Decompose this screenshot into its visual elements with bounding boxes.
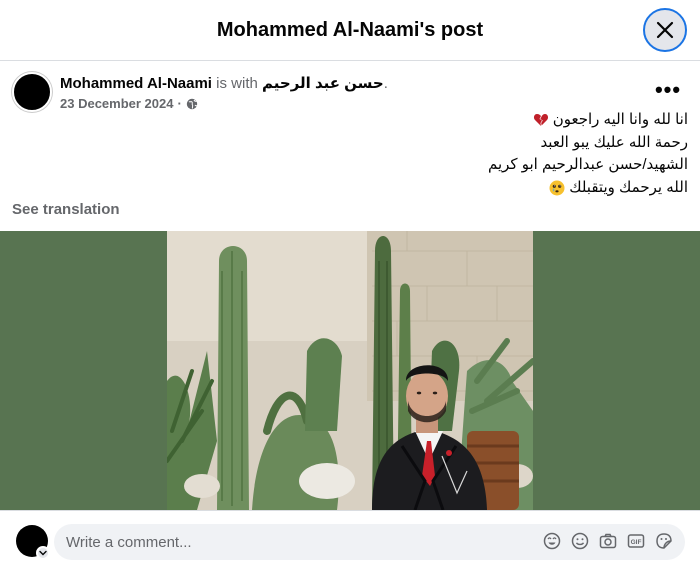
close-icon	[656, 21, 674, 39]
more-options-button[interactable]: •••	[650, 76, 686, 104]
comment-input[interactable]: Write a comment... GIF	[54, 524, 685, 560]
camera-icon[interactable]	[599, 532, 617, 550]
chevron-down-icon	[39, 550, 47, 556]
gif-icon[interactable]: GIF	[627, 532, 645, 550]
crying-face-icon	[549, 180, 565, 196]
sticker-icon[interactable]	[655, 532, 673, 550]
comment-bar: Write a comment... GIF	[0, 510, 700, 577]
post-line-text: رحمة الله عليك يبو العبد	[540, 133, 688, 151]
post-text: انا لله وانا اليه راجعون رحمة الله عليك …	[128, 109, 688, 199]
close-button[interactable]	[643, 8, 687, 52]
is-with-text: is with	[211, 75, 262, 92]
tagged-person[interactable]: حسن عبد الرحيم	[262, 75, 384, 92]
post-line-text: الله يرحمك ويتقبلك	[569, 178, 688, 196]
post-line: رحمة الله عليك يبو العبد	[128, 132, 688, 155]
post-line: الشهيد/حسن عبدالرحيم ابو كريم	[128, 154, 688, 177]
avatar-sticker-icon[interactable]	[543, 532, 561, 550]
author-avatar[interactable]	[12, 72, 52, 112]
post-media[interactable]	[0, 231, 700, 510]
post-line-text: انا لله وانا اليه راجعون	[552, 111, 688, 128]
comment-placeholder: Write a comment...	[66, 533, 192, 551]
author-line: Mohammed Al-Naami is with حسن عبد الرحيم…	[60, 74, 388, 92]
svg-text:GIF: GIF	[631, 539, 642, 546]
profile-switch-button[interactable]	[36, 546, 50, 560]
post-line: انا لله وانا اليه راجعون	[128, 109, 688, 132]
dialog-title: Mohammed Al-Naami's post	[216, 19, 484, 41]
emoji-icon[interactable]	[571, 532, 589, 550]
photo-illustration	[167, 231, 533, 510]
dialog-header: Mohammed Al-Naami's post	[0, 0, 700, 61]
post-line: الله يرحمك ويتقبلك	[128, 177, 688, 200]
author-name[interactable]: Mohammed Al-Naami	[60, 75, 212, 92]
post-line-text: الشهيد/حسن عبدالرحيم ابو كريم	[488, 156, 688, 173]
tagged-suffix: .	[383, 75, 388, 92]
broken-heart-icon	[533, 114, 548, 127]
see-translation-link[interactable]: See translation	[12, 201, 120, 218]
globe-icon[interactable]	[186, 98, 198, 110]
post-photo[interactable]	[167, 231, 533, 510]
comment-actions: GIF	[543, 532, 673, 550]
